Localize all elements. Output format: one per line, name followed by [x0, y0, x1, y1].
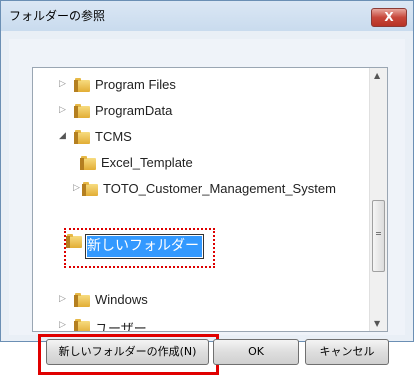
expand-arrow-icon[interactable]: ▷: [59, 319, 66, 330]
folder-icon: [82, 182, 98, 196]
tree-item-users[interactable]: ▷ ユーザー: [59, 317, 359, 332]
vertical-scrollbar[interactable]: ▲ ▼: [369, 68, 387, 331]
close-button[interactable]: X: [371, 8, 407, 27]
tree-item-programdata[interactable]: ▷ ProgramData: [59, 102, 359, 122]
folder-icon: [74, 319, 90, 331]
folder-icon: [74, 104, 90, 118]
ok-button[interactable]: OK: [213, 339, 299, 365]
scroll-up-icon[interactable]: ▲: [374, 71, 380, 80]
expand-arrow-icon[interactable]: ▷: [73, 182, 80, 193]
tree-item-toto-customer-management-system[interactable]: ▷ TOTO_Customer_Management_System: [73, 180, 373, 200]
cancel-button[interactable]: キャンセル: [305, 339, 389, 365]
tree-item-tcms[interactable]: ◢ TCMS: [59, 128, 359, 148]
expand-arrow-icon[interactable]: ▷: [59, 104, 66, 115]
tree-item-label: Windows: [95, 292, 148, 307]
expand-arrow-icon[interactable]: ▷: [59, 293, 66, 304]
folder-icon: [74, 78, 90, 92]
tree-item-label: ユーザー: [95, 321, 147, 332]
dialog-title: フォルダーの参照: [9, 9, 106, 23]
folder-icon: [80, 156, 96, 170]
scroll-down-icon[interactable]: ▼: [374, 319, 380, 328]
folder-tree[interactable]: ▷ Program Files ▷ ProgramData ◢ TCMS Exc…: [32, 67, 388, 332]
tree-item-excel-template[interactable]: Excel_Template: [80, 154, 381, 174]
title-bar[interactable]: フォルダーの参照 X: [1, 1, 413, 31]
dotted-highlight: [64, 228, 215, 268]
tree-item-windows[interactable]: ▷ Windows: [59, 291, 359, 311]
tree-item-label: TCMS: [95, 129, 132, 144]
folder-icon: [74, 293, 90, 307]
tree-item-label: Program Files: [95, 77, 176, 92]
grip-icon: [376, 232, 381, 235]
dialog-body: ▷ Program Files ▷ ProgramData ◢ TCMS Exc…: [9, 39, 405, 375]
expand-arrow-icon[interactable]: ▷: [59, 78, 66, 89]
tree-item-program-files[interactable]: ▷ Program Files: [59, 76, 359, 96]
tree-item-label: TOTO_Customer_Management_System: [103, 181, 336, 196]
tree-item-label: ProgramData: [95, 103, 173, 118]
new-folder-button[interactable]: 新しいフォルダーの作成(N): [46, 339, 209, 365]
tree-item-label: Excel_Template: [101, 155, 193, 170]
folder-browse-dialog: フォルダーの参照 X ▷ Program Files ▷ ProgramData…: [0, 0, 414, 375]
folder-icon: [74, 130, 90, 144]
collapse-arrow-icon[interactable]: ◢: [59, 130, 66, 141]
scroll-thumb[interactable]: [372, 200, 385, 272]
close-icon: X: [384, 10, 394, 24]
